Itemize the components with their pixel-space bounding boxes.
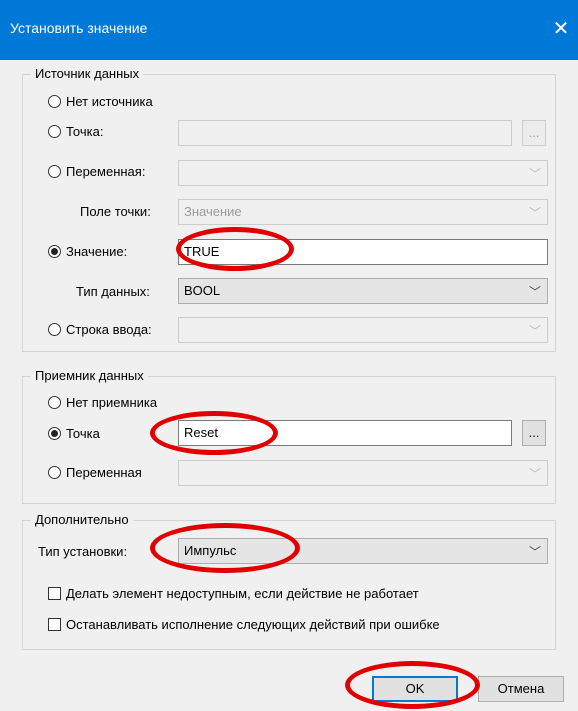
- radio-dot: [48, 95, 61, 108]
- source-point-browse-button[interactable]: ...: [522, 120, 546, 146]
- point-field-combo[interactable]: Значение ﹀: [178, 199, 548, 225]
- target-point-browse-button[interactable]: ...: [522, 420, 546, 446]
- input-string-combo[interactable]: ﹀: [178, 317, 548, 343]
- radio-target-point[interactable]: Точка: [48, 426, 100, 441]
- radio-dot: [48, 323, 61, 336]
- datatype-label: Тип данных:: [76, 284, 150, 299]
- radio-dot: [48, 396, 61, 409]
- checkbox-box: [48, 618, 61, 631]
- radio-target-variable[interactable]: Переменная: [48, 465, 142, 480]
- source-variable-combo[interactable]: ﹀: [178, 160, 548, 186]
- target-group-legend: Приемник данных: [31, 368, 148, 383]
- stop-on-error-checkbox-label: Останавливать исполнение следующих дейст…: [66, 617, 440, 632]
- window-title: Установить значение: [10, 20, 148, 36]
- radio-no-source-label: Нет источника: [66, 94, 153, 109]
- chevron-down-icon: ﹀: [528, 467, 541, 481]
- radio-point-label: Точка:: [66, 124, 104, 139]
- close-icon[interactable]: ✕: [544, 14, 578, 44]
- chevron-down-icon: ﹀: [528, 206, 541, 220]
- cancel-button[interactable]: Отмена: [478, 676, 564, 702]
- point-field-label: Поле точки:: [80, 204, 151, 219]
- radio-input-string-label: Строка ввода:: [66, 322, 152, 337]
- point-field-value: Значение: [184, 204, 242, 219]
- radio-no-source[interactable]: Нет источника: [48, 94, 153, 109]
- set-type-value: Импульс: [184, 543, 237, 558]
- value-input[interactable]: TRUE: [178, 239, 548, 265]
- datatype-combo[interactable]: BOOL ﹀: [178, 278, 548, 304]
- chevron-down-icon: ﹀: [528, 324, 541, 338]
- radio-variable-label: Переменная:: [66, 164, 146, 179]
- chevron-down-icon: ﹀: [528, 285, 541, 299]
- disable-element-checkbox-label: Делать элемент недоступным, если действи…: [66, 586, 419, 601]
- disable-element-checkbox[interactable]: Делать элемент недоступным, если действи…: [48, 586, 419, 601]
- title-bar: Установить значение ✕: [0, 0, 578, 60]
- radio-dot: [48, 466, 61, 479]
- stop-on-error-checkbox[interactable]: Останавливать исполнение следующих дейст…: [48, 617, 440, 632]
- set-type-combo[interactable]: Импульс ﹀: [178, 538, 548, 564]
- radio-dot: [48, 165, 61, 178]
- radio-value-label: Значение:: [66, 244, 128, 259]
- target-variable-combo[interactable]: ﹀: [178, 460, 548, 486]
- dialog-body: Источник данных Нет источника Точка: ...…: [0, 60, 578, 711]
- radio-dot-checked: [48, 427, 61, 440]
- checkbox-box: [48, 587, 61, 600]
- datatype-value: BOOL: [184, 283, 221, 298]
- radio-point[interactable]: Точка:: [48, 124, 103, 139]
- radio-no-target[interactable]: Нет приемника: [48, 395, 157, 410]
- source-point-input[interactable]: [178, 120, 512, 146]
- radio-target-point-label: Точка: [66, 426, 100, 441]
- radio-variable[interactable]: Переменная:: [48, 164, 145, 179]
- chevron-down-icon: ﹀: [528, 167, 541, 181]
- target-point-input[interactable]: Reset: [178, 420, 512, 446]
- radio-target-variable-label: Переменная: [66, 465, 142, 480]
- radio-value[interactable]: Значение:: [48, 244, 127, 259]
- extra-group-legend: Дополнительно: [31, 512, 133, 527]
- radio-dot: [48, 125, 61, 138]
- radio-dot-checked: [48, 245, 61, 258]
- radio-no-target-label: Нет приемника: [66, 395, 158, 410]
- radio-input-string[interactable]: Строка ввода:: [48, 322, 152, 337]
- source-group-legend: Источник данных: [31, 66, 144, 81]
- ok-button[interactable]: OK: [372, 676, 458, 702]
- chevron-down-icon: ﹀: [528, 545, 541, 559]
- set-type-label: Тип установки:: [38, 544, 128, 559]
